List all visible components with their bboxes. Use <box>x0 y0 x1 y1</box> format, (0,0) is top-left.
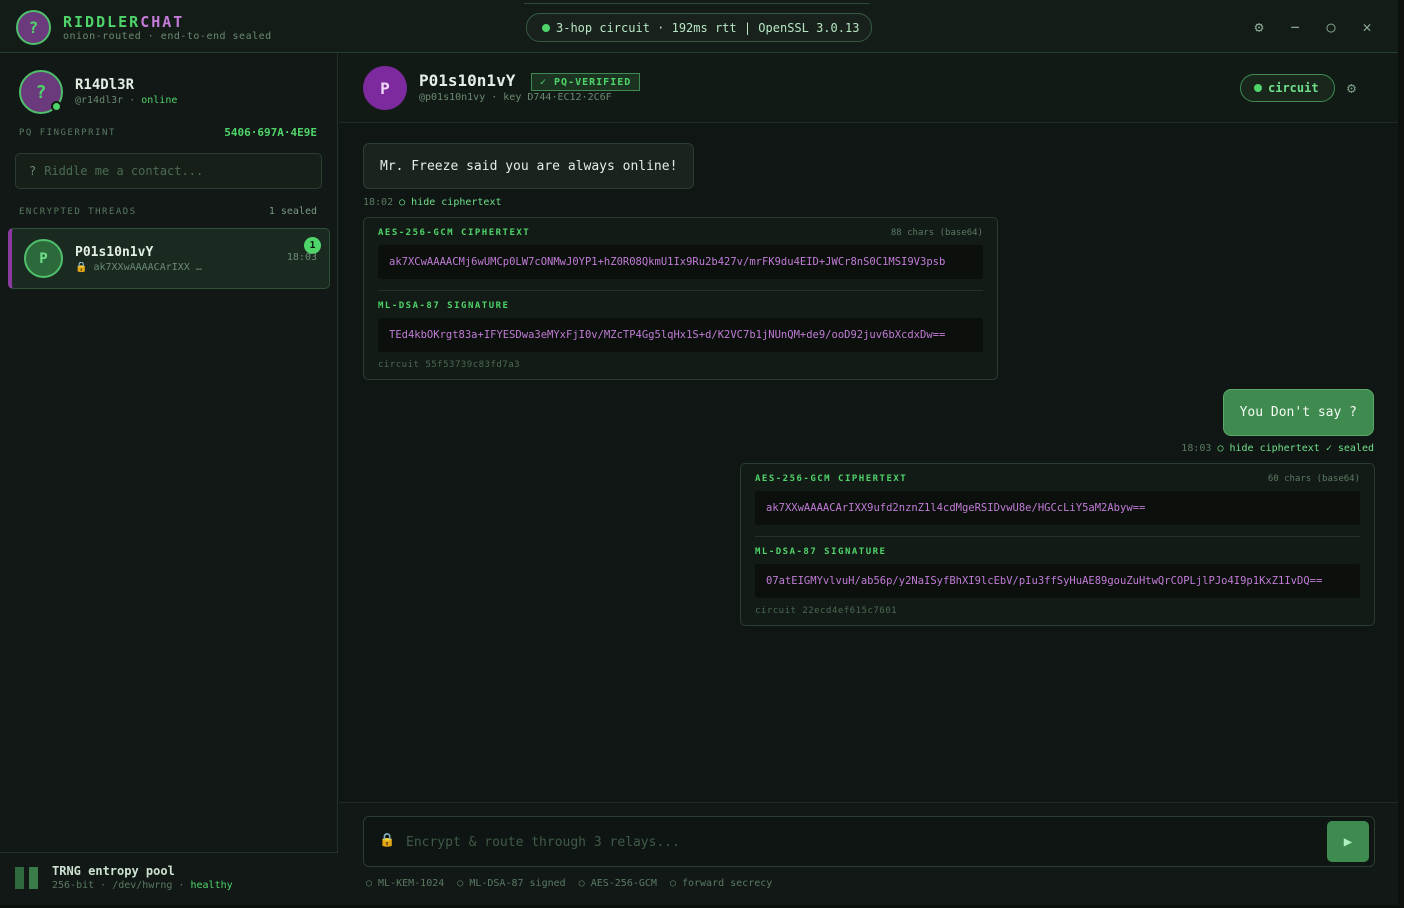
app-logo: ? <box>16 10 51 45</box>
feature-fs: ○ forward secrecy <box>669 878 773 889</box>
ciphertext-panel-incoming: AES-256-GCM CIPHERTEXT 88 chars (base64)… <box>363 217 998 380</box>
my-handle-text: @r14dl3r <box>75 95 124 106</box>
feature-kem: ○ ML-KEM-1024 <box>366 878 445 889</box>
app-subtitle: onion-routed · end-to-end sealed <box>63 31 272 42</box>
online-indicator-icon <box>51 101 62 112</box>
lock-icon: 🔒 <box>379 833 396 848</box>
fingerprint-value: 5406·697A·4E9E <box>224 126 317 139</box>
circuit-id: circuit 22ecd4ef615c7601 <box>755 606 898 616</box>
contact-search[interactable]: ? Riddle me a contact... <box>15 153 322 189</box>
ghost-status-strip <box>524 0 870 4</box>
search-placeholder: Riddle me a contact... <box>44 164 204 178</box>
circuit-status-pill: 3-hop circuit · 192ms rtt | OpenSSL 3.0.… <box>526 13 872 42</box>
minimize-button[interactable]: − <box>1286 18 1304 36</box>
ciphertext-panel-outgoing: AES-256-GCM CIPHERTEXT 60 chars (base64)… <box>740 463 1375 626</box>
message-bubble-incoming: Mr. Freeze said you are always online! <box>363 143 695 189</box>
hide-ciphertext-toggle[interactable]: ○ hide ciphertext <box>1217 443 1319 454</box>
my-handle: @r14dl3r · online <box>75 95 177 106</box>
ciphertext-count: 88 chars (base64) <box>890 228 983 238</box>
message-bubble-outgoing: You Don't say ? <box>1222 389 1374 436</box>
status-dot-icon <box>542 23 550 32</box>
threads-label: ENCRYPTED THREADS <box>19 207 137 217</box>
divider <box>755 536 1360 537</box>
pq-verified-badge: ✓ PQ-VERIFIED <box>531 73 641 91</box>
chat-settings-gear-icon[interactable]: ⚙ <box>1347 79 1356 97</box>
maximize-button[interactable]: ○ <box>1322 18 1340 36</box>
signature-value: 07atEIGMYvlvuH/ab56p/y2NaISyfBhXI9lcEbV/… <box>755 564 1360 598</box>
ciphertext-count: 60 chars (base64) <box>1267 474 1360 484</box>
divider <box>378 290 983 291</box>
thread-preview: 🔒 ak7XXwAAAACArIXX … <box>75 262 202 273</box>
contact-name: P01s10n1vY <box>419 71 516 90</box>
signature-value: TEd4kbOKrgt83a+IFYESDwa3eMYxFjI0v/MZcTP4… <box>378 318 983 352</box>
entropy-panel: TRNG entropy pool 256-bit · /dev/hwrng ·… <box>0 852 338 905</box>
app-window: ? RIDDLERCHAT onion-routed · end-to-end … <box>0 0 1404 908</box>
circuit-dot-icon <box>1254 84 1262 92</box>
search-icon: ? <box>29 164 37 178</box>
my-handle-sep: · <box>123 95 142 106</box>
thread-time: 18:03 <box>286 252 317 263</box>
close-button[interactable]: ✕ <box>1358 18 1376 36</box>
message-meta-outgoing: 18:03 ○ hide ciphertext ✓ sealed <box>1181 443 1374 454</box>
my-status: online <box>141 95 178 106</box>
app-name: RIDDLERCHAT <box>63 13 184 31</box>
app-name-b: CHAT <box>140 13 185 31</box>
entropy-title: TRNG entropy pool <box>52 864 175 878</box>
message-time: 18:03 <box>1181 443 1212 454</box>
app-name-a: RIDDLER <box>63 13 141 31</box>
threads-count: 1 sealed <box>268 206 317 217</box>
signature-label: ML-DSA-87 SIGNATURE <box>755 547 887 557</box>
my-name: R14Dl3R <box>75 77 135 93</box>
contact-avatar[interactable]: P <box>363 66 407 110</box>
circuit-button[interactable]: circuit <box>1240 74 1335 102</box>
feature-dsa: ○ ML-DSA-87 signed <box>457 878 566 889</box>
sealed-indicator: ✓ sealed <box>1325 443 1374 454</box>
message-time: 18:02 <box>363 197 394 208</box>
circuit-id: circuit 55f53739c83fd7a3 <box>378 360 521 370</box>
circuit-status-text: 3-hop circuit · 192ms rtt | OpenSSL 3.0.… <box>556 20 860 35</box>
ciphertext-value: ak7XXwAAAACArIXX9ufd2nznZ1l4cdMgeRSIDvwU… <box>755 491 1360 525</box>
sidebar: ? R14Dl3R @r14dl3r · online PQ FINGERPRI… <box>0 53 338 905</box>
ciphertext-value: ak7XCwAAAACMj6wUMCp0LW7cONMwJ0YP1+hZ0R08… <box>378 245 983 279</box>
chat-panel: P P01s10n1vY ✓ PQ-VERIFIED @p01s10n1vy ·… <box>339 53 1398 905</box>
thread-name: P01s10n1vY <box>75 245 154 260</box>
crypto-features: ○ ML-KEM-1024 ○ ML-DSA-87 signed ○ AES-2… <box>366 878 772 889</box>
ciphertext-label: AES-256-GCM CIPHERTEXT <box>378 228 531 238</box>
circuit-button-label: circuit <box>1268 81 1319 95</box>
composer-area: 🔒 ▶ ○ ML-KEM-1024 ○ ML-DSA-87 signed ○ A… <box>339 802 1398 905</box>
message-input[interactable] <box>406 832 1306 852</box>
composer: 🔒 ▶ <box>363 816 1375 867</box>
entropy-sub: 256-bit · /dev/hwrng · healthy <box>52 880 233 891</box>
title-bar: ? RIDDLERCHAT onion-routed · end-to-end … <box>0 0 1398 53</box>
window-edge-right <box>1398 0 1404 908</box>
contact-key: @p01s10n1vy · key D744·EC12·2C6F <box>419 92 612 103</box>
feature-aes: ○ AES-256-GCM <box>578 878 657 889</box>
message-meta-incoming: 18:02 ○ hide ciphertext <box>363 197 502 208</box>
hide-ciphertext-toggle[interactable]: ○ hide ciphertext <box>399 197 501 208</box>
send-button[interactable]: ▶ <box>1327 821 1369 862</box>
entropy-status: healthy <box>190 880 233 891</box>
settings-gear-icon[interactable]: ⚙ <box>1250 18 1268 36</box>
signature-label: ML-DSA-87 SIGNATURE <box>378 301 510 311</box>
ciphertext-label: AES-256-GCM CIPHERTEXT <box>755 474 908 484</box>
entropy-source: 256-bit · /dev/hwrng · <box>52 880 191 891</box>
fingerprint-label: PQ FINGERPRINT <box>19 128 116 138</box>
thread-avatar: P <box>24 239 63 278</box>
thread-item[interactable]: P P01s10n1vY 🔒 ak7XXwAAAACArIXX … 1 18:0… <box>8 228 330 289</box>
chat-header: P P01s10n1vY ✓ PQ-VERIFIED @p01s10n1vy ·… <box>339 53 1398 123</box>
entropy-bars-icon <box>15 867 38 889</box>
